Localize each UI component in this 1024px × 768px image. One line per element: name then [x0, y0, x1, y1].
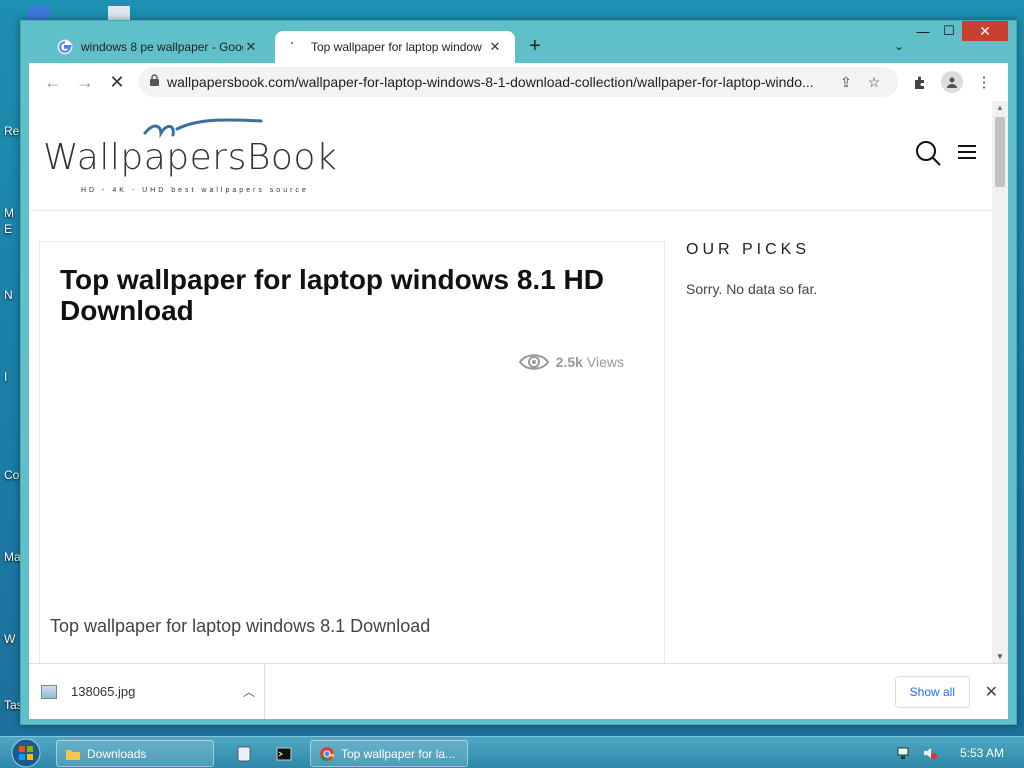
google-icon: [57, 39, 73, 55]
logo-tagline: HD - 4K - UHD best wallpapers source: [81, 187, 309, 194]
back-arrow-icon[interactable]: ←: [37, 67, 69, 97]
sidebar-empty-message: Sorry. No data so far.: [686, 281, 818, 297]
url-text[interactable]: wallpapersbook.com/wallpaper-for-laptop-…: [167, 74, 832, 90]
bookmark-star-icon[interactable]: ☆: [860, 74, 888, 91]
scroll-down-icon[interactable]: ▼: [996, 652, 1004, 661]
tab-google-search[interactable]: windows 8 pe wallpaper - Google ✕: [45, 31, 271, 63]
close-icon[interactable]: ✕: [985, 682, 998, 702]
download-shelf: 138065.jpg ︿ Show all ✕: [29, 663, 1008, 719]
tab-title: Top wallpaper for laptop window: [311, 40, 482, 54]
taskbar-item-downloads[interactable]: Downloads: [56, 740, 214, 767]
browser-window: — ☐ ✕ windows 8 pe wallpaper - Google ✕ …: [20, 20, 1017, 725]
chevron-up-icon[interactable]: ︿: [234, 683, 264, 700]
eye-icon: [518, 354, 549, 370]
desktop-label[interactable]: Re: [4, 124, 19, 138]
tab-title: windows 8 pe wallpaper - Google: [81, 40, 243, 54]
stop-loading-icon[interactable]: ✕: [101, 67, 133, 97]
loading-icon: [291, 42, 293, 44]
download-file-name[interactable]: 138065.jpg: [71, 684, 234, 699]
address-bar[interactable]: wallpapersbook.com/wallpaper-for-laptop-…: [139, 67, 898, 97]
chevron-down-icon[interactable]: ⌄: [894, 39, 904, 53]
desktop-label[interactable]: Ma: [4, 550, 21, 564]
volume-muted-icon[interactable]: [922, 745, 938, 761]
chrome-icon: [320, 746, 335, 761]
folder-icon: [66, 749, 80, 760]
taskbar-cmd[interactable]: [268, 740, 306, 767]
notepad-icon: [237, 746, 251, 761]
system-tray: 5:53 AM: [896, 737, 1024, 768]
kebab-menu-icon[interactable]: ⋮: [968, 67, 1000, 97]
lock-icon[interactable]: [149, 74, 167, 90]
scrollbar-thumb[interactable]: [995, 117, 1005, 187]
desktop-label[interactable]: E: [4, 222, 12, 236]
article-title: Top wallpaper for laptop windows 8.1 HD …: [60, 264, 604, 326]
tab-active[interactable]: Top wallpaper for laptop window ✕: [275, 31, 515, 63]
sidebar-title: OUR PICKS: [686, 241, 811, 258]
views-count: 2.5k: [555, 354, 583, 370]
taskbar-item-chrome[interactable]: Top wallpaper for la...: [310, 740, 468, 767]
profile-avatar-icon[interactable]: [936, 67, 968, 97]
desktop-label[interactable]: M: [4, 206, 14, 220]
terminal-icon: [276, 747, 292, 760]
site-logo[interactable]: WallpapersBook: [43, 137, 337, 178]
desktop-label[interactable]: Co: [4, 468, 19, 482]
share-icon[interactable]: ⇪: [832, 74, 860, 91]
desktop-label[interactable]: I: [4, 370, 7, 384]
close-tab-icon[interactable]: ✕: [487, 39, 503, 55]
search-icon[interactable]: [914, 139, 942, 167]
taskbar-notepad[interactable]: [228, 740, 266, 767]
windows-start-icon[interactable]: [8, 737, 44, 768]
forward-arrow-icon[interactable]: →: [69, 67, 101, 97]
taskbar-item-label: Top wallpaper for la...: [341, 746, 456, 761]
hamburger-menu-icon[interactable]: [958, 145, 976, 159]
view-count: 2.5k Views: [518, 350, 624, 374]
close-tab-icon[interactable]: ✕: [243, 39, 259, 55]
views-label: Views: [586, 354, 624, 370]
download-item[interactable]: 138065.jpg ︿: [29, 664, 265, 719]
site-header: WallpapersBook HD - 4K - UHD best wallpa…: [29, 101, 992, 211]
image-file-icon: [41, 684, 57, 699]
page-scrollbar[interactable]: ▲ ▼: [992, 101, 1008, 663]
network-icon[interactable]: [896, 745, 912, 761]
taskbar: Downloads Top wallpaper for la... 5:53 A…: [0, 736, 1024, 768]
scroll-up-icon[interactable]: ▲: [996, 103, 1004, 112]
sidebar: OUR PICKS Sorry. No data so far.: [686, 241, 986, 297]
desktop-label[interactable]: W: [4, 632, 15, 646]
clock[interactable]: 5:53 AM: [960, 746, 1004, 760]
new-tab-button[interactable]: +: [529, 35, 541, 58]
desktop-label[interactable]: N: [4, 288, 13, 302]
logo-swash-icon: [143, 118, 263, 139]
tab-strip: windows 8 pe wallpaper - Google ✕ Top wa…: [29, 31, 1008, 63]
show-all-button[interactable]: Show all: [894, 676, 970, 708]
avatar: [941, 71, 963, 93]
taskbar-item-label: Downloads: [87, 746, 147, 761]
extensions-puzzle-icon[interactable]: [904, 67, 936, 97]
page-viewport: WallpapersBook HD - 4K - UHD best wallpa…: [29, 101, 1008, 663]
browser-toolbar: ← → ✕ wallpapersbook.com/wallpaper-for-l…: [29, 63, 1008, 101]
article-caption: Top wallpaper for laptop windows 8.1 Dow…: [50, 616, 431, 636]
article-card: Top wallpaper for laptop windows 8.1 HD …: [39, 241, 665, 663]
